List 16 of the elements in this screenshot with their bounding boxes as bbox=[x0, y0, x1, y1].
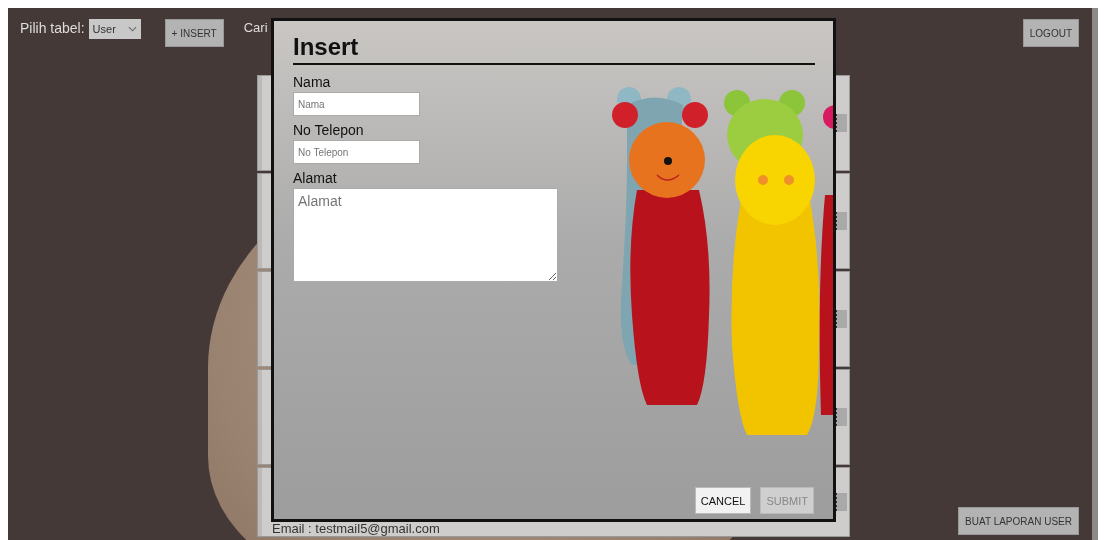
text-area-field[interactable]: Alamat bbox=[293, 188, 558, 282]
input-field[interactable]: Nama bbox=[293, 92, 420, 116]
field-label: Nama bbox=[293, 74, 331, 90]
logout-button[interactable]: LOGOUT bbox=[1022, 19, 1079, 47]
report-button[interactable]: BUAT LAPORAN USER bbox=[958, 507, 1079, 535]
insert-button[interactable]: + INSERT bbox=[164, 19, 224, 47]
input-field[interactable]: No Telepon bbox=[293, 140, 420, 164]
field-label: No Telepon bbox=[293, 122, 364, 138]
caret-icon bbox=[127, 26, 137, 32]
table-select[interactable]: User bbox=[88, 19, 141, 39]
email-text: Email : testmail5@gmail.com bbox=[272, 522, 440, 536]
search-label: Cari bbox=[243, 20, 268, 35]
table-label: Pilih tabel: bbox=[20, 20, 85, 36]
field-label: Alamat bbox=[293, 170, 337, 186]
dialog-button[interactable]: CANCEL bbox=[694, 487, 752, 514]
dialog-title: Insert bbox=[293, 33, 815, 65]
